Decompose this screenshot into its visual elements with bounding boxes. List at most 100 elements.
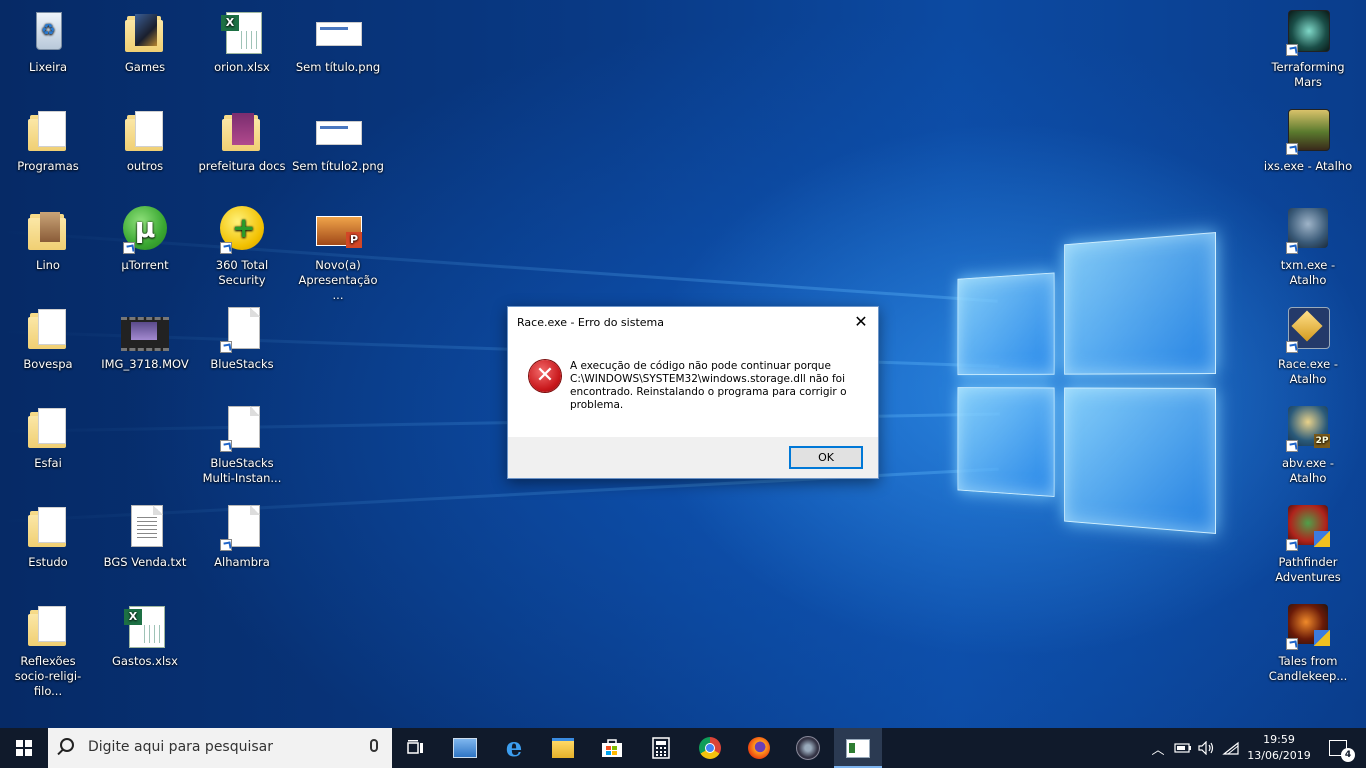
ai-suite-icon — [796, 736, 820, 760]
icon-label: BlueStacks Multi-Instan... — [202, 456, 282, 485]
desktop-icon-orion[interactable]: X orion.xlsx — [194, 8, 290, 75]
search-placeholder: Digite aqui para pesquisar — [88, 739, 274, 755]
close-icon[interactable]: ✕ — [844, 307, 878, 337]
icon-label: 360 Total Security — [215, 258, 269, 287]
icon-label: Bovespa — [23, 357, 73, 371]
recycle-bin-icon: ♻ — [24, 8, 72, 56]
desktop-icon-bluestacks[interactable]: BlueStacks — [194, 305, 290, 372]
calculator-icon — [652, 737, 670, 759]
taskbar-app-file-explorer[interactable] — [539, 728, 587, 768]
desktop-icon-ixs[interactable]: ixs.exe - Atalho — [1260, 107, 1356, 174]
desktop-icon-pathfinder[interactable]: Pathfinder Adventures — [1260, 503, 1356, 585]
action-center-button[interactable]: 4 — [1318, 728, 1358, 768]
desktop-icon-games[interactable]: Games — [97, 8, 193, 75]
360-security-icon: + — [218, 206, 266, 254]
desktop-icon-360-total-security[interactable]: + 360 Total Security — [194, 206, 290, 288]
windows-logo-wallpaper — [957, 232, 1216, 534]
icon-label: Games — [124, 60, 166, 74]
desktop-icon-lixeira[interactable]: ♻ Lixeira — [0, 8, 96, 75]
clock-date: 13/06/2019 — [1247, 749, 1311, 762]
icon-label: µTorrent — [121, 258, 169, 272]
error-icon: ✕ — [529, 360, 561, 392]
desktop-icon-race[interactable]: Race.exe - Atalho — [1260, 305, 1356, 387]
icon-label: Gastos.xlsx — [112, 654, 178, 668]
desktop-icon-esfai[interactable]: Esfai — [0, 404, 96, 471]
folder-icon — [24, 206, 72, 254]
abv-game-icon: 2P — [1284, 404, 1332, 452]
pathfinder-game-icon — [1284, 503, 1332, 551]
error-dialog: Race.exe - Erro do sistema ✕ ✕ A execuçã… — [507, 306, 879, 479]
desktop-icon-lino[interactable]: Lino — [0, 206, 96, 273]
icon-label: Pathfinder Adventures — [1275, 555, 1341, 584]
text-file-icon — [121, 503, 169, 551]
desktop-icon-sem-titulo2[interactable]: Sem título2.png — [290, 107, 386, 174]
desktop-icon-txm[interactable]: txm.exe - Atalho — [1260, 206, 1356, 288]
utorrent-icon: µ — [121, 206, 169, 254]
ok-button[interactable]: OK — [789, 446, 863, 469]
icon-label: BGS Venda.txt — [103, 555, 187, 569]
taskbar-app-chrome[interactable] — [686, 728, 734, 768]
search-icon — [60, 738, 74, 752]
search-box[interactable]: Digite aqui para pesquisar — [48, 728, 392, 768]
desktop-icon-bluestacks-multi[interactable]: BlueStacks Multi-Instan... — [194, 404, 290, 486]
desktop-icon-prefeitura-docs[interactable]: prefeitura docs — [194, 107, 290, 174]
taskbar-app-store[interactable] — [588, 728, 636, 768]
volume-tray[interactable] — [1196, 728, 1218, 768]
excel-file-icon: X — [121, 602, 169, 650]
desktop-icon-estudo[interactable]: Estudo — [0, 503, 96, 570]
folder-icon — [218, 107, 266, 155]
race-game-icon — [1284, 305, 1332, 353]
desktop-icon-sem-titulo[interactable]: Sem título.png — [290, 8, 386, 75]
desktop-icon-programas[interactable]: Programas — [0, 107, 96, 174]
store-icon — [602, 739, 622, 757]
desktop-icon-novo-apresentacao[interactable]: P Novo(a) Apresentação ... — [290, 206, 386, 303]
taskbar: Digite aqui para pesquisar e ︿ 19:59 13/… — [0, 728, 1366, 768]
folder-icon — [552, 738, 574, 758]
start-button[interactable] — [0, 728, 48, 768]
desktop-icon-reflexoes[interactable]: Reflexões socio-religi-filo... — [0, 602, 96, 699]
taskbar-app-edge[interactable]: e — [490, 728, 538, 768]
ixs-game-icon — [1284, 107, 1332, 155]
taskbar-app-calculator[interactable] — [637, 728, 685, 768]
folder-icon — [24, 404, 72, 452]
powerpoint-file-icon: P — [314, 206, 362, 254]
task-view-button[interactable] — [392, 728, 440, 768]
dialog-message: A execução de código não pode continuar … — [570, 360, 847, 411]
icon-label: orion.xlsx — [214, 60, 270, 74]
icon-label: Race.exe - Atalho — [1277, 357, 1339, 386]
desktop-icon-bgs-venda[interactable]: BGS Venda.txt — [97, 503, 193, 570]
icon-label: Alhambra — [214, 555, 270, 569]
desktop-icon-alhambra[interactable]: Alhambra — [194, 503, 290, 570]
taskbar-app-active-window[interactable] — [834, 728, 882, 768]
taskbar-app-outlook[interactable] — [441, 728, 489, 768]
desktop-icon-img-3718[interactable]: IMG_3718.MOV — [97, 305, 193, 372]
desktop-icon-terraforming-mars[interactable]: Terraforming Mars — [1260, 8, 1356, 90]
txm-game-icon — [1284, 206, 1332, 254]
desktop-icon-bovespa[interactable]: Bovespa — [0, 305, 96, 372]
notification-icon: 4 — [1329, 740, 1355, 762]
desktop-icon-outros[interactable]: outros — [97, 107, 193, 174]
desktop-icon-gastos[interactable]: X Gastos.xlsx — [97, 602, 193, 669]
folder-icon — [24, 305, 72, 353]
show-hidden-icons-button[interactable]: ︿ — [1148, 728, 1168, 768]
desktop-icon-tales-from-candlekeep[interactable]: Tales from Candlekeep... — [1260, 602, 1356, 684]
folder-icon — [121, 8, 169, 56]
icon-label: ixs.exe - Atalho — [1263, 159, 1353, 173]
icon-label: Terraforming Mars — [1271, 60, 1345, 89]
chrome-icon — [699, 737, 721, 759]
icon-label: Reflexões socio-religi-filo... — [14, 654, 82, 698]
icon-label: Lino — [36, 258, 60, 272]
taskbar-app-firefox[interactable] — [735, 728, 783, 768]
desktop-icon-abv[interactable]: 2P abv.exe - Atalho — [1260, 404, 1356, 486]
battery-tray[interactable] — [1172, 728, 1194, 768]
icon-label: Sem título2.png — [292, 159, 384, 173]
taskbar-app-ai-suite[interactable] — [784, 728, 832, 768]
desktop-icon-utorrent[interactable]: µ µTorrent — [97, 206, 193, 273]
icon-label: Estudo — [28, 555, 68, 569]
clock[interactable]: 19:59 13/06/2019 — [1244, 732, 1314, 764]
network-tray[interactable] — [1220, 728, 1242, 768]
windows-start-icon — [16, 740, 32, 756]
wifi-icon — [1222, 741, 1239, 755]
microphone-icon[interactable] — [370, 739, 378, 752]
chevron-up-icon: ︿ — [1151, 742, 1165, 758]
